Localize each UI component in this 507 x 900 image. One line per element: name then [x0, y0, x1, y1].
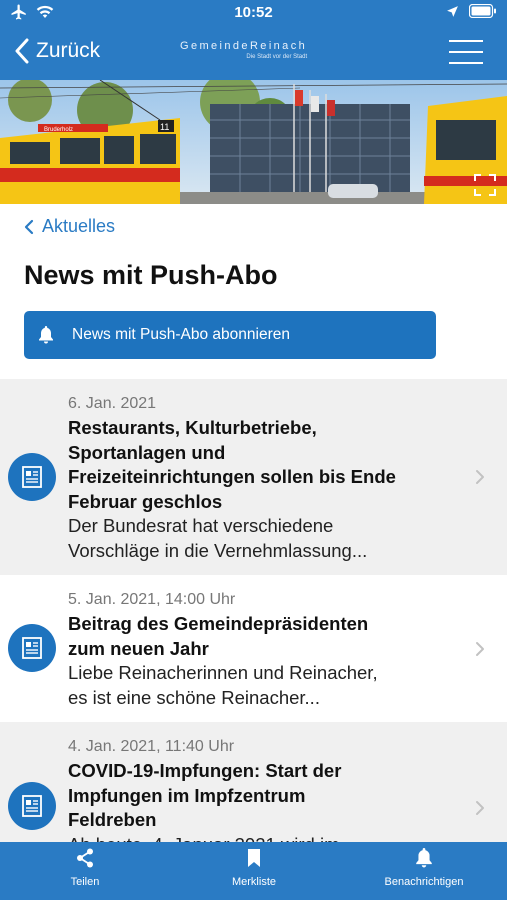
- subscribe-button-label: News mit Push-Abo abonnieren: [72, 326, 290, 343]
- news-teaser-line: es ist eine schöne Reinacher...: [68, 686, 320, 708]
- bottom-tab-bar: Teilen Merkliste Benachrichtigen: [0, 842, 507, 900]
- news-article-icon: [8, 624, 56, 672]
- tab-notifications[interactable]: Benachrichtigen: [374, 848, 474, 888]
- tab-bookmarks[interactable]: Merkliste: [222, 848, 286, 888]
- status-bar: 10:52: [0, 0, 507, 26]
- chevron-right-icon: [476, 801, 484, 815]
- news-teaser-line: Liebe Reinacherinnen und Reinacher,: [68, 662, 378, 683]
- share-icon: [77, 848, 93, 868]
- news-title-line: Freizeiteinrichtungen sollen bis Ende: [68, 466, 396, 487]
- news-title-line: COVID-19-Impfungen: Start der: [68, 760, 342, 781]
- news-date: 4. Jan. 2021, 11:40 Uhr: [68, 738, 235, 755]
- tab-share[interactable]: Teilen: [60, 848, 110, 888]
- status-right: [446, 4, 497, 18]
- news-item[interactable]: 5. Jan. 2021, 14:00 Uhr Beitrag des Geme…: [0, 575, 507, 722]
- menu-line: [449, 51, 483, 53]
- hero-image: Bruderholz 11: [0, 80, 507, 204]
- gemeinde-reinach-logo: GemeindeReinach Die Stadt vor der Stadt: [180, 40, 307, 60]
- news-title-line: Beitrag des Gemeindepräsidenten: [68, 613, 369, 634]
- menu-line: [449, 40, 483, 42]
- tab-bookmarks-label: Merkliste: [231, 876, 276, 888]
- chevron-left-icon: [24, 219, 34, 234]
- news-item-text: 6. Jan. 2021 Restaurants, Kulturbetriebe…: [68, 392, 428, 563]
- back-button-label: Zurück: [36, 39, 101, 62]
- news-title-line: Impfungen im Impfzentrum: [68, 784, 306, 806]
- expand-icon[interactable]: [474, 174, 496, 196]
- location-arrow-icon: [447, 5, 458, 17]
- subscribe-push-button[interactable]: News mit Push-Abo abonnieren: [24, 311, 436, 359]
- news-list: 6. Jan. 2021 Restaurants, Kulturbetriebe…: [0, 379, 507, 855]
- page-title: News mit Push-Abo: [24, 260, 278, 290]
- breadcrumb-label: Aktuelles: [42, 216, 116, 236]
- chevron-right-icon: [476, 642, 484, 656]
- chevron-right-icon: [476, 470, 484, 484]
- news-article-icon: [8, 782, 56, 830]
- news-title-line: zum neuen Jahr: [68, 637, 209, 659]
- battery-icon: [469, 4, 496, 18]
- news-teaser-line: Der Bundesrat hat verschiedene: [68, 515, 334, 536]
- top-nav-bar: Zurück GemeindeReinach Die Stadt vor der…: [0, 26, 507, 80]
- news-title-line: Feldreben: [68, 809, 157, 830]
- news-item-text: 4. Jan. 2021, 11:40 Uhr COVID-19-Impfung…: [68, 735, 428, 857]
- back-button[interactable]: Zurück: [14, 38, 100, 64]
- news-item[interactable]: 4. Jan. 2021, 11:40 Uhr COVID-19-Impfung…: [0, 722, 507, 855]
- tab-notifications-label: Benachrichtigen: [384, 876, 464, 888]
- tab-share-label: Teilen: [70, 876, 100, 888]
- news-date: 6. Jan. 2021: [68, 395, 157, 412]
- tram-line-number: 11: [160, 122, 169, 132]
- news-title-line: Februar geschlos: [68, 490, 223, 512]
- breadcrumb-aktuelles[interactable]: Aktuelles: [24, 216, 115, 237]
- hero-illustration: Bruderholz 11: [0, 80, 507, 204]
- news-date: 5. Jan. 2021, 14:00 Uhr: [68, 591, 236, 608]
- news-article-icon: [8, 453, 56, 501]
- news-item[interactable]: 6. Jan. 2021 Restaurants, Kulturbetriebe…: [0, 379, 507, 575]
- menu-line: [449, 62, 483, 64]
- bell-icon: [39, 326, 53, 344]
- news-title-line: Sportanlagen und: [68, 441, 226, 463]
- logo-tagline: Die Stadt vor der Stadt: [246, 54, 308, 60]
- status-time: 10:52: [234, 4, 273, 21]
- logo-title: GemeindeReinach: [180, 40, 308, 52]
- news-teaser-line: Vorschläge in die Vernehmlassung...: [68, 539, 368, 561]
- bookmark-icon: [248, 849, 260, 867]
- chevron-left-icon: [15, 38, 29, 64]
- hamburger-menu-button[interactable]: [449, 40, 483, 66]
- news-title-line: Restaurants, Kulturbetriebe,: [68, 417, 317, 438]
- news-item-text: 5. Jan. 2021, 14:00 Uhr Beitrag des Geme…: [68, 588, 428, 710]
- tram-destination-sign: Bruderholz: [44, 127, 73, 133]
- bell-icon: [416, 848, 432, 868]
